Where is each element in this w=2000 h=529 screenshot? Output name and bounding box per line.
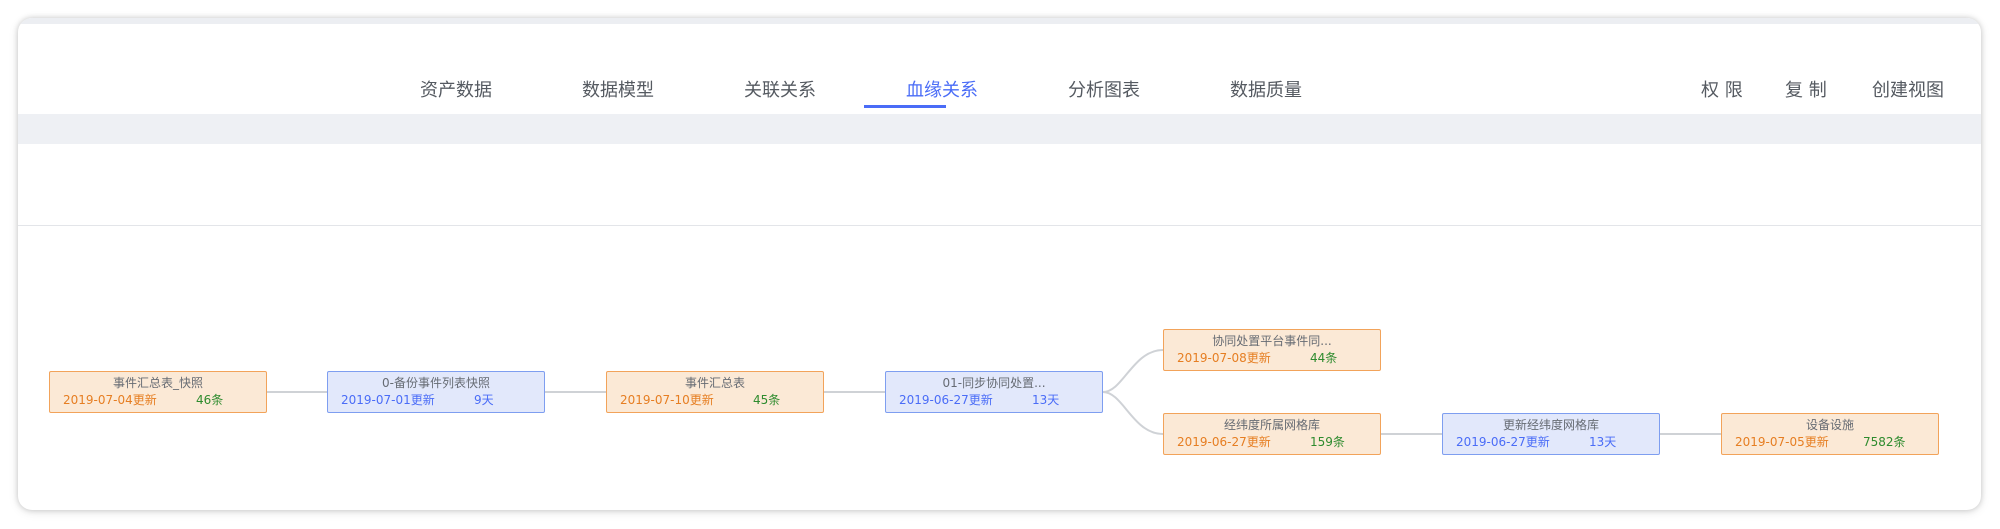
edge-4-6	[1102, 391, 1164, 435]
tab-analysis-charts[interactable]: 分析图表	[1068, 76, 1140, 102]
node-title: 设备设施	[1805, 418, 1854, 432]
node-title: 事件汇总表_快照	[112, 376, 203, 390]
node-updated: 2019-06-27更新	[1456, 435, 1550, 449]
node-row-count: 46条	[196, 393, 224, 407]
tab-lineage[interactable]: 血缘关系	[906, 76, 978, 102]
node-title: 0-备份事件列表快照	[382, 376, 490, 390]
permission-button[interactable]: 权 限	[1701, 76, 1743, 102]
edge-4-5	[1102, 349, 1164, 393]
node-title: 经纬度所属网格库	[1223, 418, 1320, 432]
node-updated: 2019-06-27更新	[899, 393, 993, 407]
active-tab-indicator	[864, 105, 946, 108]
node-period: 9天	[474, 393, 494, 407]
node-title: 事件汇总表	[684, 376, 745, 390]
tab-bar: 资产数据 数据模型 关联关系 血缘关系 分析图表 数据质量	[380, 24, 1324, 115]
node-row-count: 45条	[753, 393, 781, 407]
lineage-node-table[interactable]: 设备设施 2019-07-05更新 7582条	[1721, 413, 1939, 455]
node-title: 更新经纬度网格库	[1502, 418, 1599, 432]
lineage-node-table[interactable]: 事件汇总表_快照 2019-07-04更新 46条	[49, 371, 267, 413]
node-updated: 2019-07-01更新	[341, 393, 435, 407]
lineage-node-table[interactable]: 事件汇总表 2019-07-10更新 45条	[606, 371, 824, 413]
tab-data-quality[interactable]: 数据质量	[1230, 76, 1302, 102]
node-title: 协同处置平台事件同...	[1212, 334, 1332, 348]
lineage-node-task[interactable]: 01-同步协同处置... 2019-06-27更新 13天	[885, 371, 1103, 413]
node-updated: 2019-07-04更新	[63, 393, 157, 407]
node-title: 01-同步协同处置...	[942, 376, 1046, 390]
lineage-node-table[interactable]: 协同处置平台事件同... 2019-07-08更新 44条	[1163, 329, 1381, 371]
create-view-button[interactable]: 创建视图	[1872, 76, 1944, 102]
tab-data-model[interactable]: 数据模型	[582, 76, 654, 102]
toolbar-band	[18, 114, 1981, 144]
tab-relations[interactable]: 关联关系	[744, 76, 816, 102]
section-divider	[18, 225, 1981, 226]
lineage-node-task[interactable]: 0-备份事件列表快照 2019-07-01更新 9天	[327, 371, 545, 413]
node-updated: 2019-07-05更新	[1735, 435, 1829, 449]
node-row-count: 44条	[1310, 351, 1338, 365]
node-period: 13天	[1032, 393, 1060, 407]
node-row-count: 7582条	[1863, 435, 1906, 449]
tab-asset-data[interactable]: 资产数据	[420, 76, 492, 102]
copy-button[interactable]: 复 制	[1785, 76, 1827, 102]
lineage-node-table[interactable]: 经纬度所属网格库 2019-06-27更新 159条	[1163, 413, 1381, 455]
node-updated: 2019-06-27更新	[1177, 435, 1271, 449]
node-period: 13天	[1589, 435, 1617, 449]
node-updated: 2019-07-10更新	[620, 393, 714, 407]
node-row-count: 159条	[1310, 435, 1345, 449]
node-updated: 2019-07-08更新	[1177, 351, 1271, 365]
lineage-panel: 资产数据 数据模型 关联关系 血缘关系 分析图表 数据质量 权 限 复 制 创建…	[18, 18, 1981, 510]
lineage-node-task[interactable]: 更新经纬度网格库 2019-06-27更新 13天	[1442, 413, 1660, 455]
